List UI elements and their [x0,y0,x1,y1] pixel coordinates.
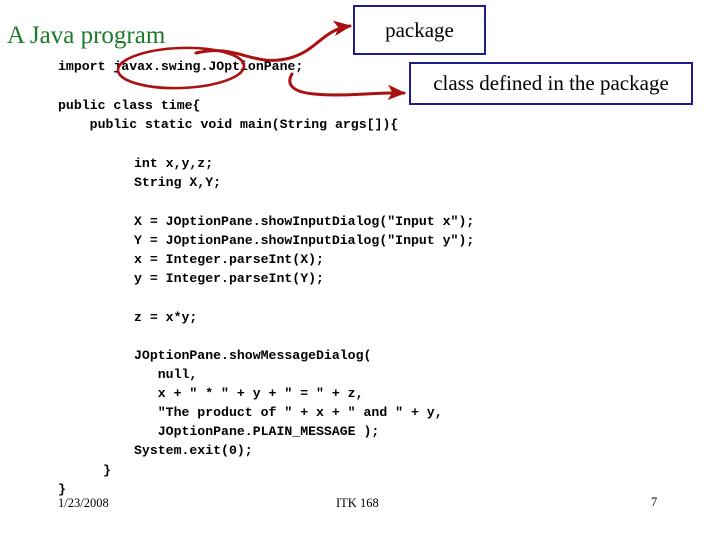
code-line-close-method: } [103,463,111,478]
code-block-message-dialog: JOptionPane.showMessageDialog( null, x +… [134,348,443,458]
callout-box-class-in-package: class defined in the package [409,62,693,105]
callout-class-label: class defined in the package [433,71,669,95]
footer-course-label: ITK 168 [336,496,379,510]
code-line-product: z = x*y; [134,310,198,325]
footer-date: 1/23/2008 [58,496,109,510]
code-block-declarations: int x,y,z; String X,Y; [134,156,222,190]
code-block-inputs: X = JOptionPane.showInputDialog("Input x… [134,214,475,286]
footer-page-number: 7 [651,495,658,509]
code-block-class-header: public class time{ public static void ma… [58,98,399,132]
arrow-to-package-box [194,20,352,62]
slide-canvas: A Java program import javax.swing.JOptio… [0,0,720,540]
arrow-to-class-box [288,72,406,101]
code-line-import: import javax.swing.JOptionPane; [58,59,304,74]
page-title: A Java program [7,22,166,49]
callout-box-package: package [353,5,486,55]
callout-package-label: package [385,17,454,42]
